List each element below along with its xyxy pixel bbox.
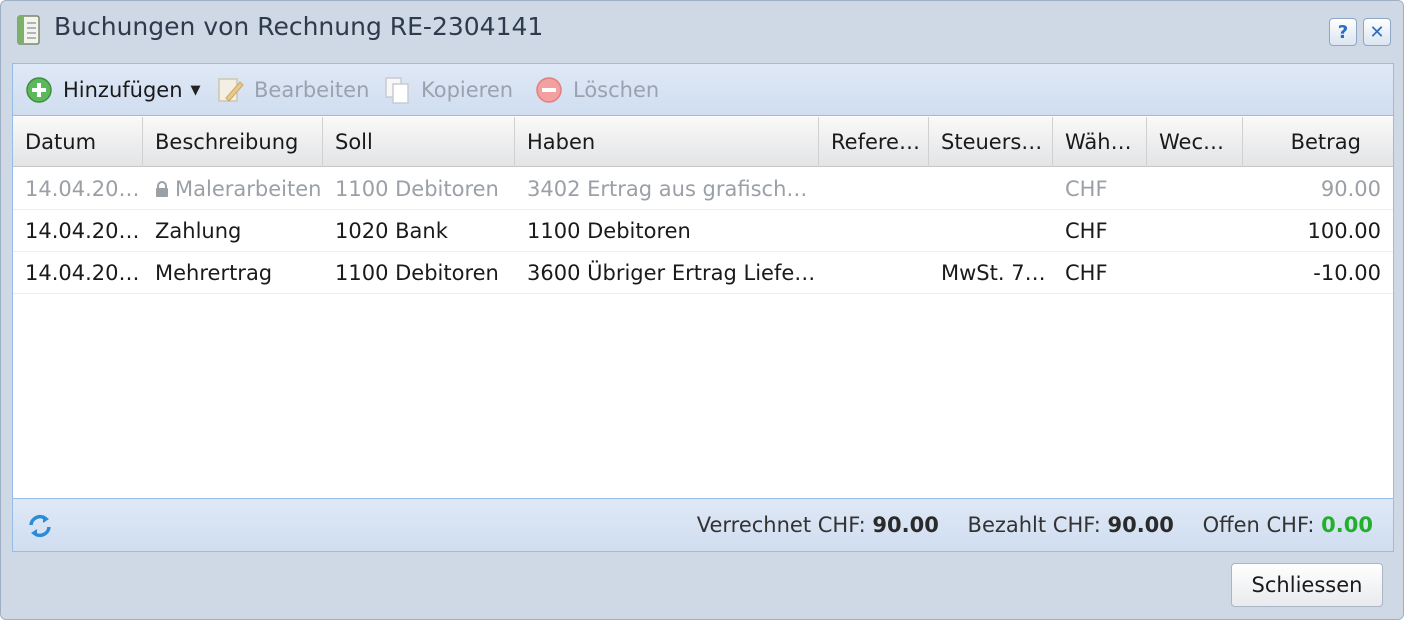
cell-description-text: Malerarbeiten bbox=[175, 177, 322, 201]
grid-header: Datum Beschreibung Soll Haben Refere… St… bbox=[13, 117, 1393, 167]
paid-value: 90.00 bbox=[1107, 513, 1174, 537]
cell-currency: CHF bbox=[1065, 219, 1108, 243]
cell-amount: 90.00 bbox=[1320, 177, 1381, 201]
cell-debit: 1100 Debitoren bbox=[335, 261, 499, 285]
delete-label: Löschen bbox=[573, 78, 660, 102]
cell-tax bbox=[929, 210, 1053, 252]
cell-description: Zahlung bbox=[155, 219, 242, 243]
paid-label: Bezahlt CHF: bbox=[967, 513, 1101, 537]
cell-exchange bbox=[1147, 210, 1243, 252]
add-label: Hinzufügen bbox=[63, 78, 183, 102]
cell-exchange bbox=[1147, 168, 1243, 210]
window-title: Buchungen von Rechnung RE-2304141 bbox=[54, 12, 544, 41]
pencil-icon bbox=[218, 78, 244, 102]
help-icon: ? bbox=[1337, 21, 1349, 43]
dialog-window: Buchungen von Rechnung RE-2304141 ? ✕ Hi… bbox=[0, 0, 1404, 620]
copy-button[interactable]: Kopieren bbox=[383, 74, 513, 106]
notebook-icon bbox=[17, 15, 40, 45]
lock-icon bbox=[156, 181, 168, 197]
cell-credit: 1100 Debitoren bbox=[527, 219, 691, 243]
cell-currency: CHF bbox=[1065, 261, 1108, 285]
toolbar: Hinzufügen ▼ Bearbeiten Kopieren Löschen bbox=[13, 64, 1393, 116]
table-row[interactable]: 14.04.20… Mehrertrag 1100 Debitoren 3600… bbox=[13, 252, 1393, 294]
edit-label: Bearbeiten bbox=[254, 78, 370, 102]
column-header-reference[interactable]: Refere… bbox=[819, 117, 929, 167]
cell-currency: CHF bbox=[1065, 177, 1108, 201]
table-row[interactable]: 14.04.20… Zahlung 1020 Bank 1100 Debitor… bbox=[13, 210, 1393, 252]
column-header-date[interactable]: Datum bbox=[13, 117, 143, 167]
delete-button[interactable]: Löschen bbox=[535, 74, 659, 106]
cell-amount: -10.00 bbox=[1313, 261, 1381, 285]
grid-footer: Verrechnet CHF: 90.00 Bezahlt CHF: 90.00… bbox=[13, 498, 1393, 551]
cell-tax: MwSt. 7… bbox=[941, 261, 1046, 285]
column-header-credit[interactable]: Haben bbox=[515, 117, 819, 167]
open-value: 0.00 bbox=[1321, 513, 1373, 537]
cell-reference bbox=[819, 168, 929, 210]
edit-button[interactable]: Bearbeiten bbox=[216, 74, 369, 106]
cell-reference bbox=[819, 210, 929, 252]
open-label: Offen CHF: bbox=[1202, 513, 1315, 537]
charged-label: Verrechnet CHF: bbox=[696, 513, 866, 537]
cell-tax bbox=[929, 168, 1053, 210]
chevron-down-icon[interactable]: ▼ bbox=[191, 83, 201, 98]
totals-summary: Verrechnet CHF: 90.00 Bezahlt CHF: 90.00… bbox=[697, 499, 1373, 552]
cell-description: Mehrertrag bbox=[155, 261, 273, 285]
cell-date: 14.04.20… bbox=[25, 177, 140, 201]
cell-amount: 100.00 bbox=[1307, 219, 1381, 243]
cell-credit: 3600 Übriger Ertrag Liefer… bbox=[527, 261, 819, 285]
column-header-currency[interactable]: Wäh… bbox=[1053, 117, 1147, 167]
close-button[interactable]: Schliessen bbox=[1231, 563, 1383, 607]
column-header-amount[interactable]: Betrag bbox=[1243, 117, 1393, 167]
copy-label: Kopieren bbox=[421, 78, 514, 102]
cell-description: Malerarbeiten bbox=[143, 168, 323, 210]
table-row[interactable]: 14.04.20… Malerarbeiten 1100 Debitoren 3… bbox=[13, 168, 1393, 210]
charged-value: 90.00 bbox=[872, 513, 939, 537]
help-button[interactable]: ? bbox=[1329, 18, 1357, 46]
column-header-description[interactable]: Beschreibung bbox=[143, 117, 323, 167]
column-header-tax[interactable]: Steuers… bbox=[929, 117, 1053, 167]
cell-date: 14.04.20… bbox=[25, 261, 140, 285]
cell-debit: 1020 Bank bbox=[335, 219, 448, 243]
add-icon bbox=[26, 77, 52, 103]
cell-date: 14.04.20… bbox=[25, 219, 140, 243]
bookings-panel: Hinzufügen ▼ Bearbeiten Kopieren Löschen… bbox=[12, 63, 1394, 552]
delete-icon bbox=[536, 77, 562, 103]
cell-debit: 1100 Debitoren bbox=[335, 177, 499, 201]
refresh-icon[interactable] bbox=[25, 511, 55, 541]
cell-credit: 3402 Ertrag aus grafischen… bbox=[527, 177, 819, 201]
copy-icon bbox=[385, 77, 409, 104]
title-bar: Buchungen von Rechnung RE-2304141 ? ✕ bbox=[1, 1, 1403, 59]
close-icon: ✕ bbox=[1369, 21, 1385, 43]
column-header-debit[interactable]: Soll bbox=[323, 117, 515, 167]
add-button[interactable]: Hinzufügen ▼ bbox=[25, 74, 201, 106]
close-window-button[interactable]: ✕ bbox=[1363, 18, 1391, 46]
cell-exchange bbox=[1147, 252, 1243, 294]
column-header-exchange[interactable]: Wec… bbox=[1147, 117, 1243, 167]
cell-reference bbox=[819, 252, 929, 294]
